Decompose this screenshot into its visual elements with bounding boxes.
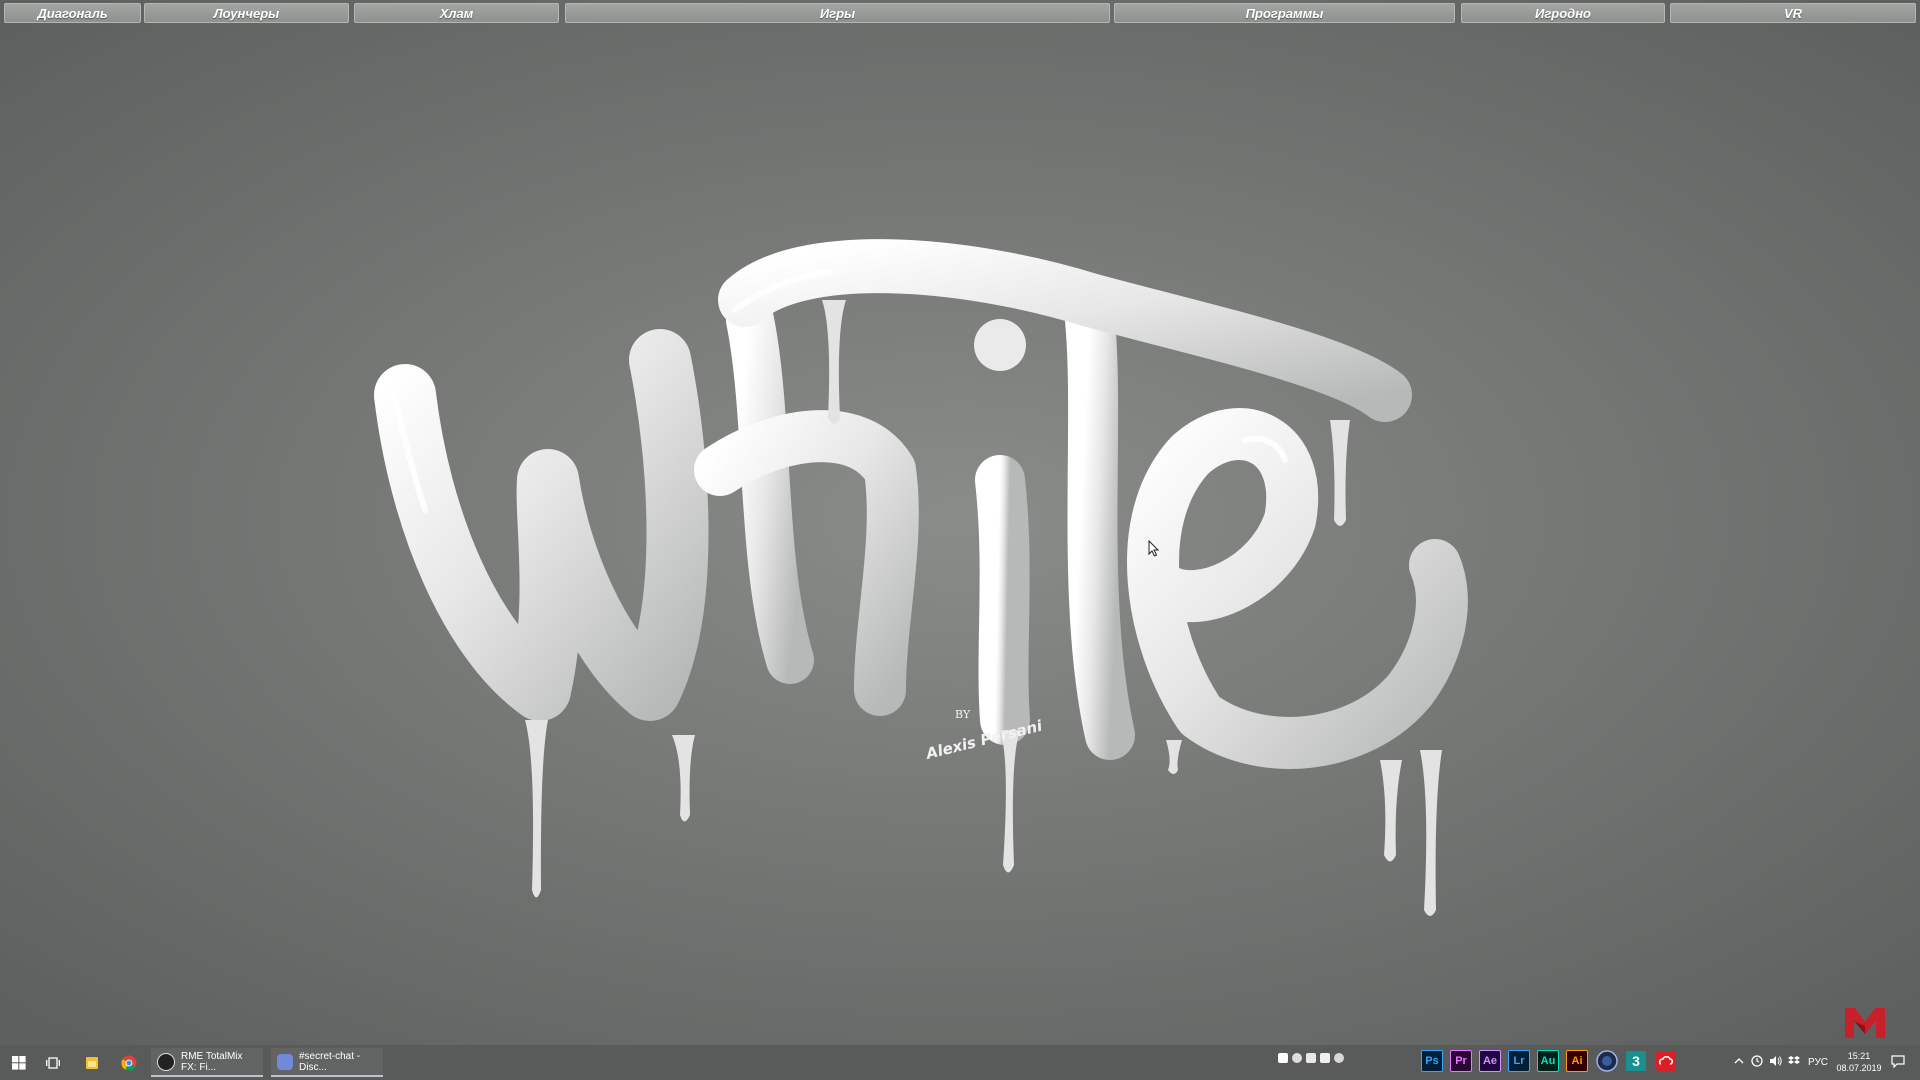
discord-icon: [277, 1053, 293, 1070]
task-label: RME TotalMix FX: Fi...: [181, 1050, 243, 1073]
cinema4d-icon[interactable]: [1596, 1050, 1618, 1072]
sync-icon[interactable]: [1751, 1055, 1763, 1067]
brand-m-logo-icon: [1845, 1008, 1885, 1038]
lightroom-icon[interactable]: Lr: [1508, 1050, 1530, 1072]
gmail-icon[interactable]: [1320, 1053, 1330, 1063]
audition-icon[interactable]: Au: [1537, 1050, 1559, 1072]
mouse-cursor-icon: [1148, 540, 1160, 557]
task-label: #secret-chat - Disc...: [299, 1050, 361, 1073]
task-totalmix[interactable]: RME TotalMix FX: Fi...: [151, 1048, 263, 1077]
after-effects-icon[interactable]: Ae: [1479, 1050, 1501, 1072]
volume-icon[interactable]: [1769, 1055, 1783, 1067]
start-button[interactable]: [6, 1045, 32, 1080]
task-discord[interactable]: #secret-chat - Disc...: [271, 1048, 383, 1077]
photoshop-icon[interactable]: Ps: [1421, 1050, 1443, 1072]
camera-icon[interactable]: [1292, 1053, 1302, 1063]
clock[interactable]: 15:21 08.07.2019: [1834, 1050, 1884, 1074]
notifications-icon[interactable]: [1891, 1055, 1905, 1068]
white-lettering: [374, 239, 1468, 769]
task-view-icon: [46, 1056, 60, 1069]
dropbox-icon[interactable]: [1788, 1055, 1800, 1067]
chrome-button[interactable]: [117, 1045, 141, 1080]
g-icon[interactable]: [1306, 1053, 1316, 1063]
creative-cloud-icon[interactable]: [1655, 1050, 1677, 1072]
folder-icon: [86, 1056, 98, 1069]
settings-gear-icon[interactable]: [1334, 1053, 1344, 1063]
totalmix-icon: [157, 1052, 175, 1071]
clock-date: 08.07.2019: [1836, 1063, 1882, 1073]
windows-start-icon: [12, 1055, 26, 1070]
premiere-icon[interactable]: Pr: [1450, 1050, 1472, 1072]
wallpaper-artwork: BY Alexis Persani: [374, 239, 1468, 916]
language-indicator[interactable]: РУС: [1808, 1057, 1828, 1068]
svg-text:BY: BY: [955, 708, 971, 721]
task-view-button[interactable]: [42, 1045, 64, 1080]
file-explorer-button[interactable]: [80, 1045, 104, 1080]
clock-time: 15:21: [1847, 1051, 1871, 1061]
illustrator-icon[interactable]: Ai: [1566, 1050, 1588, 1072]
svg-text:3: 3: [1632, 1053, 1640, 1069]
mini-app-icons: [1278, 1053, 1344, 1063]
youtube-icon[interactable]: [1278, 1053, 1288, 1063]
chrome-icon: [121, 1055, 137, 1071]
3dsmax-icon[interactable]: 3: [1625, 1050, 1647, 1072]
chevron-up-icon[interactable]: [1734, 1057, 1744, 1065]
